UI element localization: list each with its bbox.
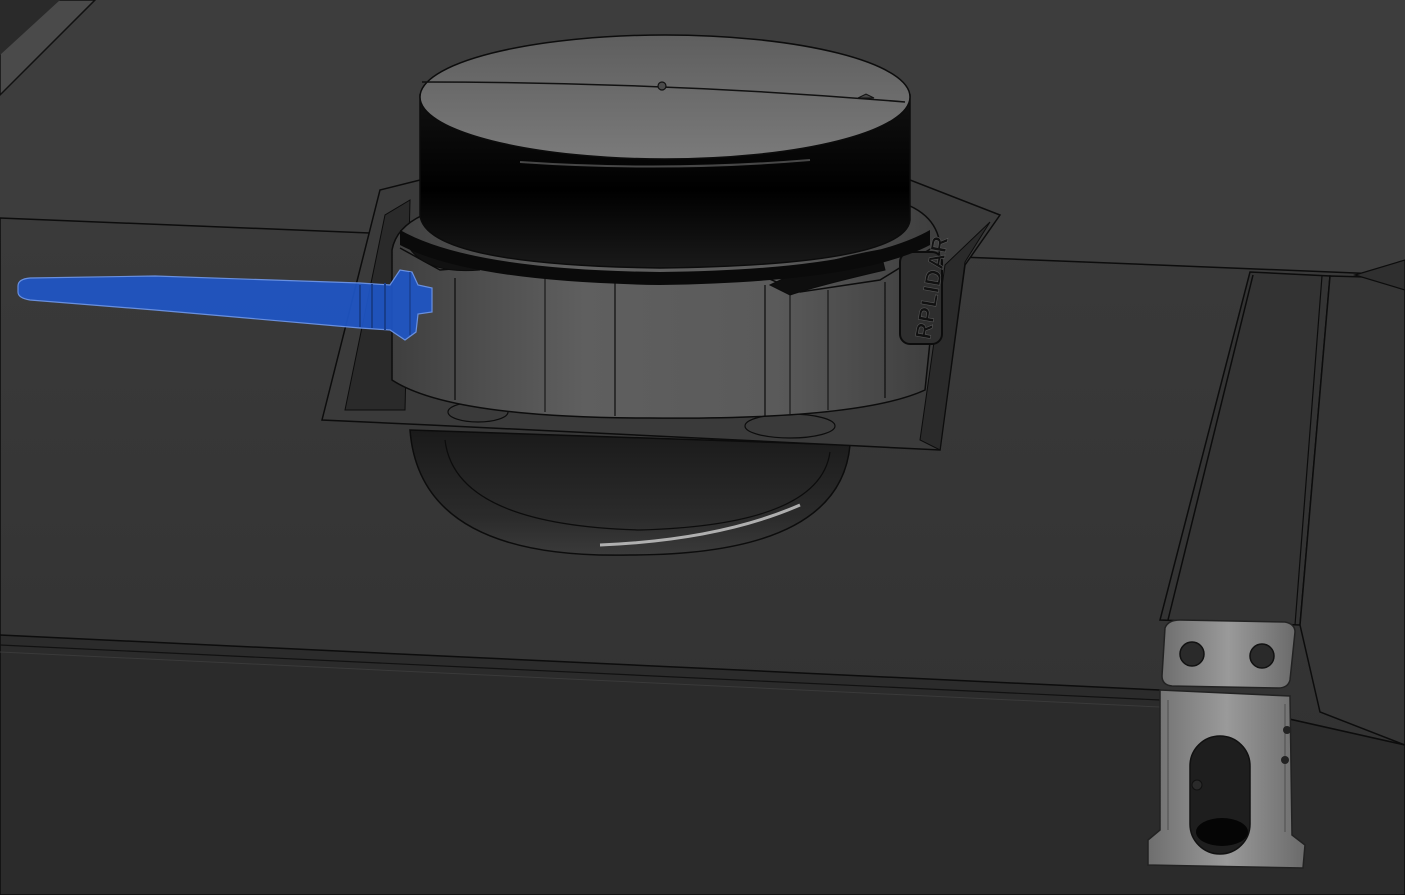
lidar-cap[interactable] [419, 34, 911, 269]
hinge-hole-right [1249, 643, 1275, 669]
hinge-hole-left [1179, 641, 1205, 667]
hinge-bracket[interactable] [1147, 619, 1306, 869]
model-canvas[interactable]: RPLIDAR [0, 0, 1405, 895]
cap-screw-hole [657, 81, 667, 91]
mount-foot-right[interactable] [744, 413, 836, 439]
cad-3d-viewport[interactable]: RPLIDAR [0, 0, 1405, 895]
